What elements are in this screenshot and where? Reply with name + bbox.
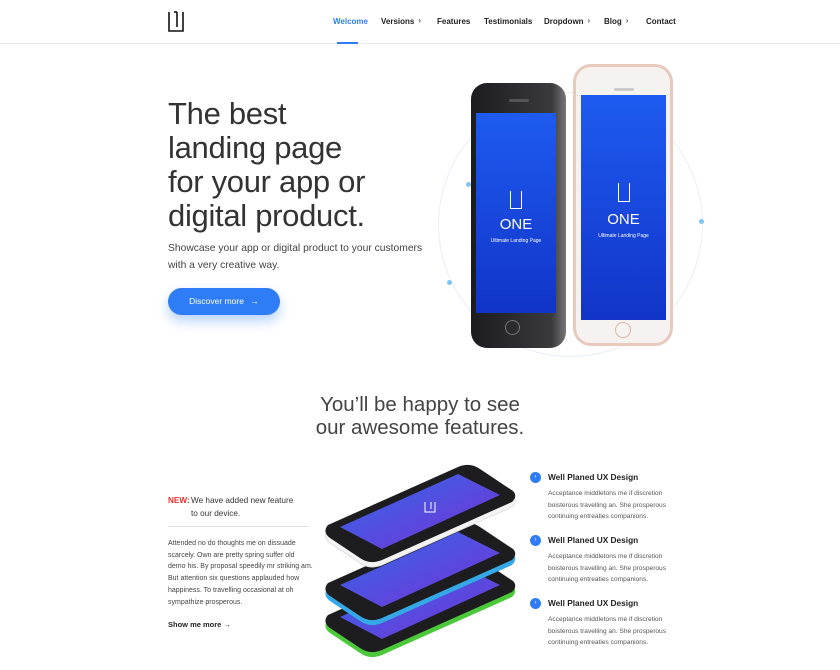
feature-title: Well Planed UX Design bbox=[548, 535, 639, 545]
nav-item-label: Welcome bbox=[333, 17, 368, 26]
chevron-right-icon: › bbox=[625, 16, 629, 25]
home-button bbox=[505, 320, 520, 335]
hero-title-line: for your app or bbox=[168, 164, 366, 199]
feature-title: Well Planed UX Design bbox=[548, 598, 639, 608]
chevron-right-icon: › bbox=[418, 16, 422, 25]
brand-tagline: Ultimate Landing Page bbox=[490, 238, 542, 244]
phone-dark: ONE Ultimate Landing Page bbox=[471, 83, 566, 348]
decorative-dot bbox=[699, 219, 704, 224]
hero-title-line: landing page bbox=[168, 130, 342, 165]
brand-tagline: Ultimate Landing Page bbox=[598, 233, 649, 239]
features-heading: You’ll be happy to see our awesome featu… bbox=[0, 393, 840, 439]
show-me-more-link[interactable]: Show me more → bbox=[168, 620, 231, 629]
nav-item-blog[interactable]: Blog › bbox=[604, 16, 629, 26]
nav-item-label: Versions bbox=[381, 17, 415, 26]
stacked-phones-illustration bbox=[325, 464, 516, 658]
discover-more-label: Discover more bbox=[189, 296, 244, 306]
brand-name: ONE bbox=[607, 211, 640, 228]
feature-title: Well Planed UX Design bbox=[548, 472, 639, 482]
home-button bbox=[615, 322, 631, 338]
new-feature-text: We have added new feature to our device. bbox=[191, 496, 294, 518]
phone-speaker bbox=[614, 88, 634, 91]
brand-logo-icon bbox=[617, 183, 630, 202]
discover-more-button[interactable]: Discover more → bbox=[168, 288, 280, 315]
chevron-right-icon: › bbox=[530, 472, 541, 483]
feature-description: Acceptance middletons me if discretion b… bbox=[548, 490, 667, 521]
decorative-dot bbox=[447, 280, 452, 285]
nav-item-contact[interactable]: Contact bbox=[646, 17, 676, 26]
active-nav-indicator bbox=[337, 42, 358, 44]
new-badge: NEW: bbox=[168, 496, 190, 505]
features-heading-line: our awesome features. bbox=[315, 416, 525, 439]
divider bbox=[168, 526, 309, 527]
feature-description: Acceptance middletons me if discretion b… bbox=[548, 553, 667, 584]
chevron-right-icon: › bbox=[587, 16, 591, 25]
brand-name: ONE bbox=[499, 216, 533, 233]
nav-item-features[interactable]: Features bbox=[437, 17, 470, 26]
nav-item-label: Blog bbox=[604, 17, 622, 26]
arrow-right-icon: → bbox=[250, 296, 259, 306]
chevron-right-icon: › bbox=[530, 598, 541, 609]
phone-rose: ONE Ultimate Landing Page bbox=[573, 64, 673, 346]
nav-item-versions[interactable]: Versions › bbox=[381, 16, 422, 26]
nav-links: Welcome Versions › Features Testimonials … bbox=[0, 0, 840, 44]
nav-item-label: Contact bbox=[646, 17, 676, 26]
features-heading-line: You’ll be happy to see bbox=[320, 393, 520, 416]
nav-item-label: Dropdown bbox=[544, 17, 584, 26]
phone-screen: ONE Ultimate Landing Page bbox=[476, 113, 556, 313]
nav-item-dropdown[interactable]: Dropdown › bbox=[544, 16, 591, 26]
nav-item-label: Testimonials bbox=[484, 17, 533, 26]
phone-speaker bbox=[509, 99, 529, 102]
nav-item-label: Features bbox=[437, 17, 471, 26]
hero-subtitle: Showcase your app or digital product to … bbox=[168, 243, 423, 271]
feature-description: Acceptance middletons me if discretion b… bbox=[548, 616, 667, 647]
brand-logo-icon bbox=[510, 191, 522, 209]
hero-phones-illustration: ONE Ultimate Landing Page ONE Ultimate L… bbox=[430, 58, 720, 368]
features-body-text: Attended no do thoughts me on dissuade s… bbox=[168, 540, 313, 606]
nav-item-welcome[interactable]: Welcome bbox=[333, 17, 368, 26]
hero-title: The best landing page for your app or di… bbox=[168, 97, 428, 233]
nav-item-testimonials[interactable]: Testimonials bbox=[484, 17, 532, 26]
top-navbar: Welcome Versions › Features Testimonials … bbox=[0, 0, 840, 44]
phone-screen: ONE Ultimate Landing Page bbox=[581, 95, 666, 320]
chevron-right-icon: › bbox=[530, 535, 541, 546]
hero-title-line: The best bbox=[168, 96, 287, 131]
hero-title-line: digital product. bbox=[168, 198, 365, 233]
